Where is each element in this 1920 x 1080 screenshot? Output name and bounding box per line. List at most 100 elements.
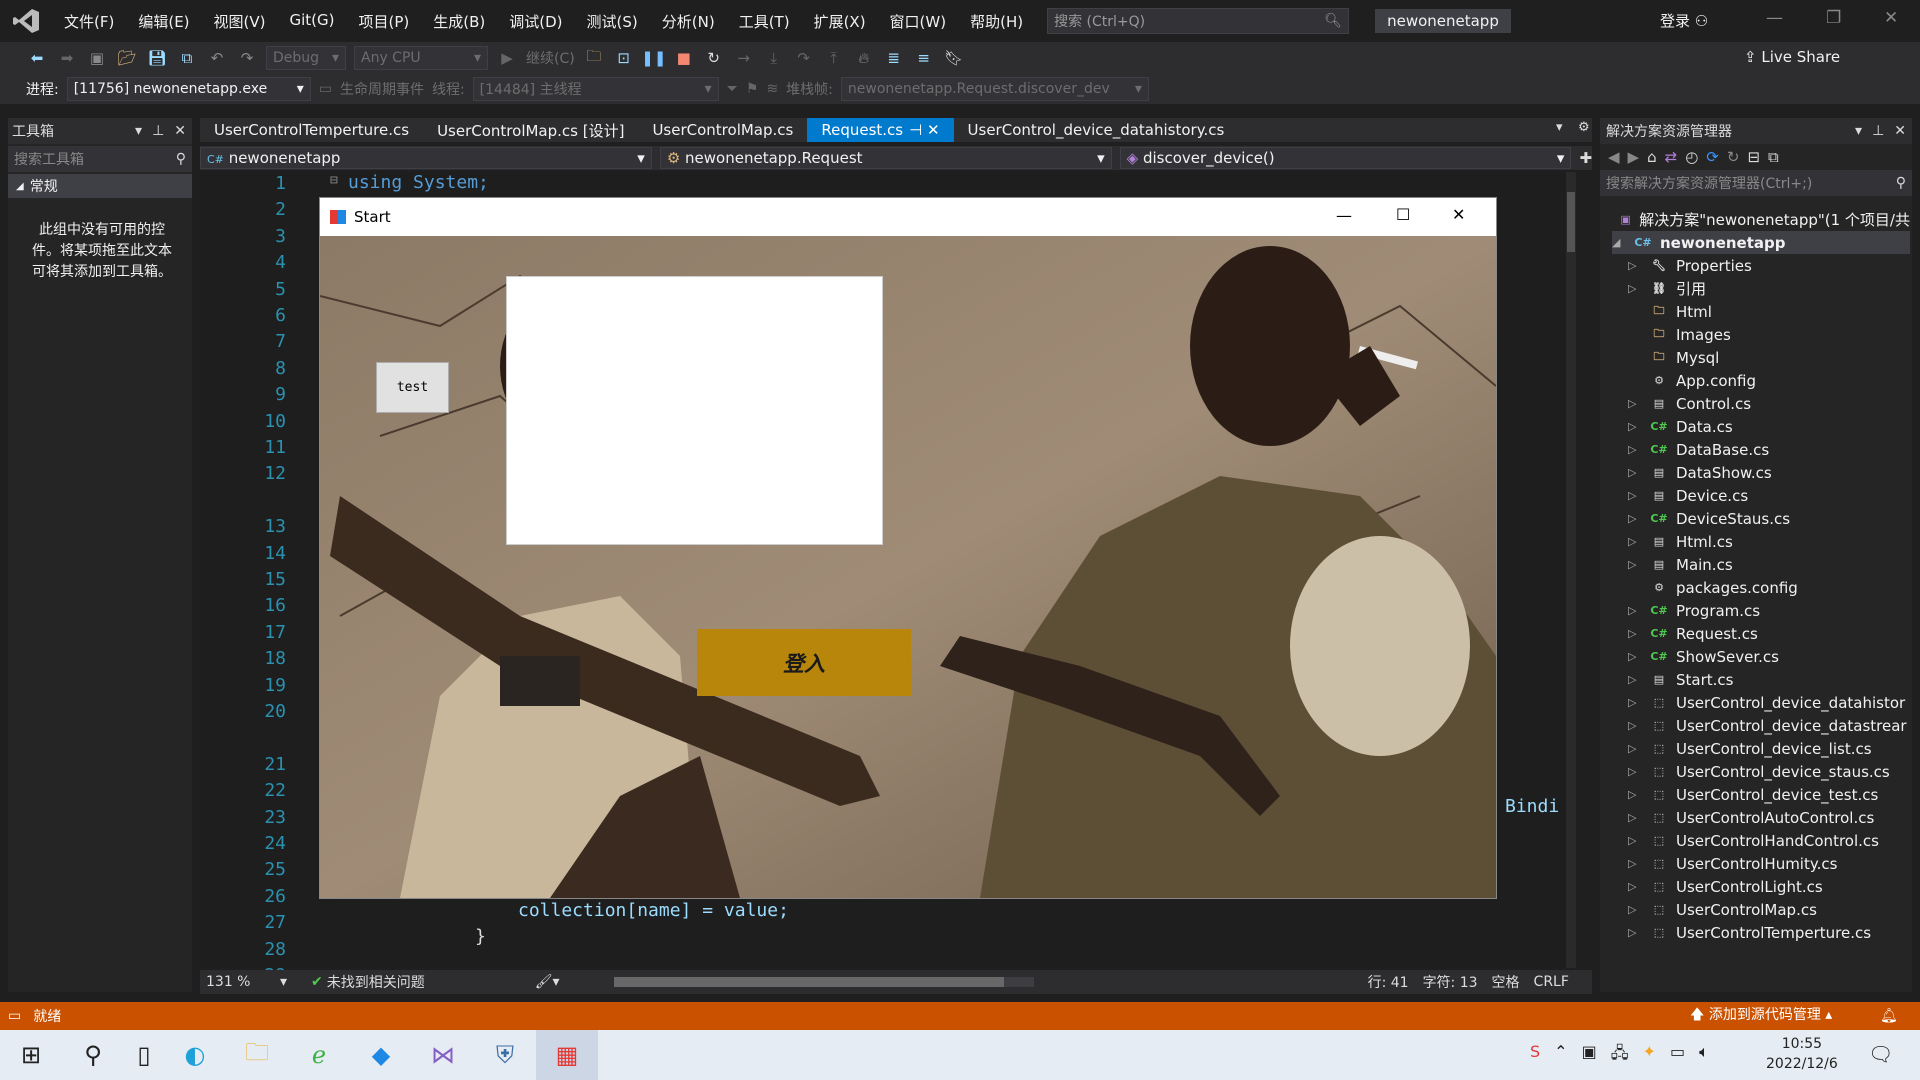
expand-arrow-icon[interactable]: ▷ bbox=[1628, 512, 1640, 525]
whitespace-indicator[interactable]: 空格 bbox=[1492, 972, 1520, 992]
gear-icon[interactable]: ⚙ bbox=[1578, 120, 1590, 135]
editor-scrollbar[interactable] bbox=[1566, 172, 1576, 968]
back-icon[interactable]: ⬅ bbox=[26, 47, 48, 69]
continue-icon[interactable]: ▶ bbox=[496, 47, 518, 69]
collapse-icon[interactable]: ⊟ bbox=[330, 173, 338, 188]
expand-arrow-icon[interactable]: ▷ bbox=[1628, 604, 1640, 617]
document-tab[interactable]: UserControlTemperture.cs bbox=[200, 118, 423, 142]
line-indicator[interactable]: 行: 41 bbox=[1368, 972, 1409, 992]
expand-arrow-icon[interactable]: ▷ bbox=[1628, 420, 1640, 433]
pending-changes-icon[interactable]: ◴ bbox=[1685, 148, 1698, 166]
uncomment-icon[interactable]: ≡ bbox=[913, 47, 935, 69]
process-select[interactable]: [11756] newonenetapp.exe ▾ bbox=[66, 77, 311, 101]
close-icon[interactable]: ✕ bbox=[1894, 123, 1906, 139]
solution-tree-item[interactable]: ⚙ packages.config bbox=[1628, 576, 1912, 599]
solution-tree-item[interactable]: ▷ ⬚ UserControl_device_datastrear bbox=[1628, 714, 1912, 737]
expand-arrow-icon[interactable]: ▷ bbox=[1628, 857, 1640, 870]
tab-close-icon[interactable]: ⊣ ✕ bbox=[909, 121, 939, 139]
lifecycle-events-button[interactable]: 生命周期事件 bbox=[340, 79, 424, 99]
menu-item[interactable]: 调试(D) bbox=[497, 11, 574, 32]
refresh-icon[interactable]: ↻ bbox=[1727, 148, 1740, 166]
menu-item[interactable]: 测试(S) bbox=[575, 11, 650, 32]
pin-icon[interactable]: ⊥ bbox=[1872, 123, 1884, 139]
tab-overflow-icon[interactable]: ▾ bbox=[1556, 120, 1563, 135]
menu-item[interactable]: 分析(N) bbox=[650, 11, 727, 32]
undo-icon[interactable]: ↶ bbox=[206, 47, 228, 69]
tray-app-icon[interactable]: ▣ bbox=[1582, 1042, 1597, 1069]
volume-icon[interactable]: 🔈︎ bbox=[1699, 1042, 1709, 1069]
visual-studio-icon[interactable]: ⋈ bbox=[412, 1030, 474, 1080]
notification-bell-icon[interactable]: 🔔︎ bbox=[1880, 1008, 1898, 1024]
document-tab[interactable]: UserControlMap.cs bbox=[638, 118, 807, 142]
save-all-icon[interactable]: ⧉ bbox=[176, 47, 198, 69]
horizontal-scrollbar[interactable] bbox=[613, 977, 1034, 987]
ie-browser-icon[interactable]: ℯ bbox=[288, 1030, 350, 1080]
edge-browser-icon[interactable]: ◐ bbox=[164, 1030, 226, 1080]
windows-start-icon[interactable]: ⊞ bbox=[0, 1030, 62, 1080]
live-share-button[interactable]: ⇪ Live Share bbox=[1744, 48, 1840, 66]
home-icon[interactable]: ⌂ bbox=[1647, 148, 1657, 166]
notifications-icon[interactable]: 🗨︎ bbox=[1868, 1042, 1893, 1066]
thread-select[interactable]: [14484] 主线程 ▾ bbox=[472, 77, 719, 101]
clock[interactable]: 10:55 2022/12/6 bbox=[1766, 1034, 1838, 1074]
project-node[interactable]: ◢ C# newonenetapp bbox=[1612, 231, 1910, 254]
lifecycle-icon[interactable]: ▭ bbox=[319, 81, 332, 97]
solution-tree-item[interactable]: ▷ ▤ Start.cs bbox=[1628, 668, 1912, 691]
restart-icon[interactable]: ↻ bbox=[703, 47, 725, 69]
forward-icon[interactable]: ➡ bbox=[56, 47, 78, 69]
document-tab[interactable]: Request.cs ⊣ ✕ bbox=[807, 118, 954, 142]
solution-tree-item[interactable]: ▷ C# DeviceStaus.cs bbox=[1628, 507, 1912, 530]
menu-item[interactable]: 扩展(X) bbox=[802, 11, 878, 32]
solution-tree-item[interactable]: ▷ ▤ DataShow.cs bbox=[1628, 461, 1912, 484]
expand-arrow-icon[interactable]: ▷ bbox=[1628, 535, 1640, 548]
solution-tree-item[interactable]: ▷ ▤ Main.cs bbox=[1628, 553, 1912, 576]
solution-tree-item[interactable]: ▷ ▤ Device.cs bbox=[1628, 484, 1912, 507]
menu-item[interactable]: 帮助(H) bbox=[958, 11, 1035, 32]
bookmark-icon[interactable]: 🔖︎ bbox=[943, 47, 965, 69]
solution-tree-item[interactable]: ▷ ⛓ 引用 bbox=[1628, 277, 1912, 300]
ime-icon[interactable]: S bbox=[1530, 1042, 1540, 1069]
expand-arrow-icon[interactable]: ▷ bbox=[1628, 880, 1640, 893]
expand-arrow-icon[interactable]: ▷ bbox=[1628, 558, 1640, 571]
solution-tree-item[interactable]: ▷ C# Program.cs bbox=[1628, 599, 1912, 622]
solution-tree-item[interactable]: ⚙ App.config bbox=[1628, 369, 1912, 392]
chevron-down-icon[interactable]: ▾ bbox=[1855, 123, 1862, 139]
expand-arrow-icon[interactable]: ▷ bbox=[1628, 650, 1640, 663]
menu-item[interactable]: 文件(F) bbox=[52, 11, 126, 32]
expand-arrow-icon[interactable]: ▷ bbox=[1628, 765, 1640, 778]
back-icon[interactable]: ◀ bbox=[1608, 148, 1620, 166]
chevron-down-icon[interactable]: ▾ bbox=[135, 123, 142, 139]
screenshot-icon[interactable]: ⊡ bbox=[613, 47, 635, 69]
stop-icon[interactable]: ■ bbox=[673, 47, 695, 69]
solution-tree-item[interactable]: ▷ ⬚ UserControl_device_datahistor bbox=[1628, 691, 1912, 714]
file-explorer-icon[interactable]: 🗀 bbox=[226, 1030, 288, 1080]
solution-explorer-search-input[interactable]: 搜索解决方案资源管理器(Ctrl+;) ⚲ bbox=[1600, 170, 1912, 196]
platform-select[interactable]: Any CPU ▾ bbox=[354, 46, 488, 70]
switch-views-icon[interactable]: ⇄ bbox=[1665, 148, 1678, 166]
maximize-button[interactable]: ☐ bbox=[1396, 205, 1410, 224]
expand-arrow-icon[interactable]: ▷ bbox=[1628, 259, 1640, 272]
solution-tree-item[interactable]: ▷ ⬚ UserControlLight.cs bbox=[1628, 875, 1912, 898]
menu-item[interactable]: 窗口(W) bbox=[878, 11, 959, 32]
solution-tree-item[interactable]: ▷ ⬚ UserControl_device_test.cs bbox=[1628, 783, 1912, 806]
solution-tree-item[interactable]: ▷ ⬚ UserControlAutoControl.cs bbox=[1628, 806, 1912, 829]
expand-arrow-icon[interactable]: ▷ bbox=[1628, 834, 1640, 847]
sign-in-button[interactable]: 登录 ⚇ bbox=[1660, 10, 1708, 31]
class-select[interactable]: ⚙ newonenetapp.Request ▾ bbox=[659, 147, 1112, 169]
chevron-up-icon[interactable]: ⌃ bbox=[1554, 1042, 1567, 1069]
flag-icon[interactable]: ⚑ bbox=[746, 81, 759, 97]
solution-tree-item[interactable]: ▷ ▤ Html.cs bbox=[1628, 530, 1912, 553]
battery-icon[interactable]: ▭ bbox=[1670, 1042, 1685, 1069]
pin-icon[interactable]: ⊥ bbox=[152, 123, 164, 139]
expand-arrow-icon[interactable]: ▷ bbox=[1628, 788, 1640, 801]
network-icon[interactable]: 🖧︎ bbox=[1611, 1042, 1629, 1069]
solution-tree-item[interactable]: ▷ ⬚ UserControlHumity.cs bbox=[1628, 852, 1912, 875]
hot-reload-icon[interactable]: 🔥︎ bbox=[853, 47, 875, 69]
close-button[interactable]: ✕ bbox=[1884, 8, 1898, 28]
new-project-icon[interactable]: ▣ bbox=[86, 47, 108, 69]
step-out-icon[interactable]: ⤒ bbox=[823, 47, 845, 69]
expand-arrow-icon[interactable]: ▷ bbox=[1628, 926, 1640, 939]
collapse-all-icon[interactable]: ⊟ bbox=[1747, 148, 1760, 166]
document-tab[interactable]: UserControlMap.cs [设计] bbox=[423, 118, 638, 142]
forward-icon[interactable]: ▶ bbox=[1628, 148, 1640, 166]
